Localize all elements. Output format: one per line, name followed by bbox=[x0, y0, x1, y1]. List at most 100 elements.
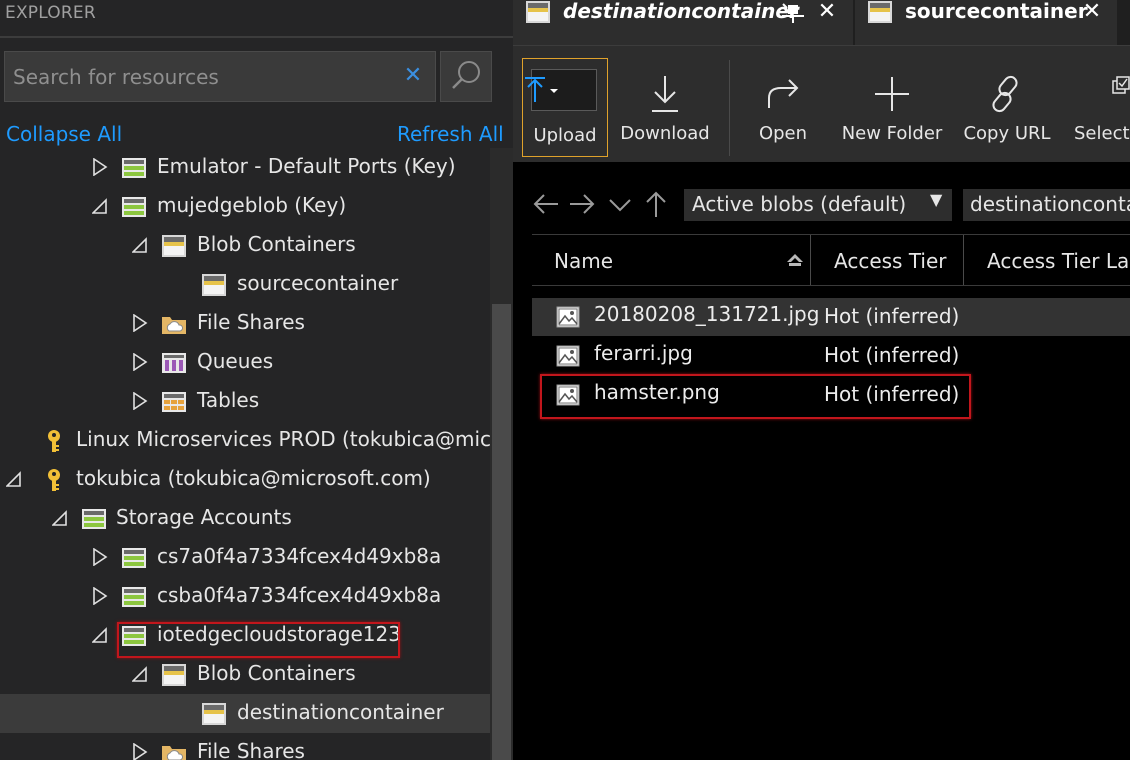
tree-item-label: Queues bbox=[197, 349, 274, 373]
expand-arrow-icon[interactable] bbox=[132, 353, 148, 371]
expand-arrow-icon[interactable] bbox=[132, 392, 148, 410]
open-button[interactable]: Open bbox=[743, 56, 823, 156]
blob-filter-dropdown[interactable]: Active blobs (default) ▼ bbox=[684, 189, 952, 221]
collapse-arrow-icon[interactable] bbox=[132, 236, 148, 254]
tree-item-label: Blob Containers bbox=[197, 232, 356, 256]
close-tab-icon[interactable]: ✕ bbox=[1081, 0, 1103, 24]
key-icon bbox=[48, 430, 60, 452]
open-icon bbox=[768, 79, 799, 108]
blob-access-tier: Hot (inferred) bbox=[824, 343, 960, 367]
column-divider[interactable] bbox=[963, 235, 964, 285]
tree-item[interactable]: sourcecontainer bbox=[0, 265, 490, 304]
download-button[interactable]: Download bbox=[617, 56, 713, 156]
storage-account-icon bbox=[122, 197, 146, 217]
tab-bar: destinationcontainer ✕ sourcecontainer ✕ bbox=[513, 0, 1130, 45]
tree-item[interactable]: Linux Microservices PROD (tokubica@micro… bbox=[0, 421, 490, 460]
tree-item[interactable]: Blob Containers bbox=[0, 226, 490, 265]
expand-arrow-icon[interactable] bbox=[132, 314, 148, 332]
tree-item[interactable]: File Shares bbox=[0, 304, 490, 343]
copy-url-button[interactable]: Copy URL bbox=[961, 56, 1053, 156]
expand-arrow-icon[interactable] bbox=[132, 743, 148, 760]
navigation-bar: Active blobs (default) ▼ destinationcont… bbox=[513, 184, 1130, 224]
refresh-all-link[interactable]: Refresh All bbox=[397, 122, 504, 146]
tree-item-label: destinationcontainer bbox=[237, 700, 444, 724]
blob-filter-value: Active blobs (default) bbox=[692, 192, 907, 216]
tree-item[interactable]: csba0f4a7334fcex4d49xb8a bbox=[0, 577, 490, 616]
plus-icon bbox=[875, 77, 909, 111]
search-input[interactable] bbox=[13, 65, 388, 89]
explorer-header: EXPLORER bbox=[5, 3, 96, 23]
blob-containers-icon bbox=[162, 664, 186, 686]
new-folder-button[interactable]: New Folder bbox=[841, 56, 943, 156]
tree-item[interactable]: Blob Containers bbox=[0, 655, 490, 694]
collapse-arrow-icon[interactable] bbox=[132, 665, 148, 683]
path-input[interactable]: destinationcontainer bbox=[963, 189, 1130, 221]
storage-accounts-icon bbox=[82, 509, 106, 529]
select-all-label: Select A bbox=[1074, 123, 1130, 144]
storage-account-icon bbox=[122, 587, 146, 607]
sort-icon bbox=[787, 254, 803, 266]
blob-row[interactable]: ferarri.jpg Hot (inferred) bbox=[532, 337, 1130, 375]
blob-browser: Active blobs (default) ▼ destinationcont… bbox=[513, 162, 1130, 760]
chevron-down-icon[interactable] bbox=[606, 190, 634, 218]
collapse-arrow-icon[interactable] bbox=[6, 470, 22, 488]
select-all-button[interactable]: Select A bbox=[1069, 56, 1130, 156]
tree-item-label: File Shares bbox=[197, 739, 305, 760]
upload-button[interactable]: Upload bbox=[522, 58, 608, 157]
tab-sourcecontainer[interactable]: sourcecontainer ✕ bbox=[855, 0, 1117, 45]
column-divider[interactable] bbox=[810, 235, 811, 285]
collapse-all-link[interactable]: Collapse All bbox=[6, 122, 122, 146]
upload-label: Upload bbox=[533, 125, 597, 146]
expand-arrow-icon[interactable] bbox=[92, 158, 108, 176]
upload-icon bbox=[525, 77, 558, 102]
blob-row[interactable]: 20180208_131721.jpg Hot (inferred) bbox=[532, 298, 1130, 336]
column-header-name[interactable]: Name bbox=[554, 249, 613, 273]
dropdown-arrow-icon: ▼ bbox=[930, 190, 943, 209]
tree-item[interactable]: Storage Accounts bbox=[0, 499, 490, 538]
tables-icon bbox=[162, 392, 186, 412]
tree-item[interactable]: tokubica (tokubica@microsoft.com) bbox=[0, 460, 490, 499]
download-label: Download bbox=[620, 123, 710, 144]
tree-item[interactable]: File Shares bbox=[0, 733, 490, 760]
queues-icon bbox=[162, 353, 186, 373]
link-icon bbox=[992, 75, 1018, 113]
tree-item[interactable]: Queues bbox=[0, 343, 490, 382]
blob-name: ferarri.jpg bbox=[594, 341, 693, 365]
tab-destinationcontainer[interactable]: destinationcontainer ✕ bbox=[513, 0, 853, 45]
blob-container-icon bbox=[526, 1, 550, 23]
tree-item[interactable]: mujedgeblob (Key) bbox=[0, 187, 490, 226]
expand-arrow-icon[interactable] bbox=[92, 587, 108, 605]
image-file-icon bbox=[556, 345, 580, 367]
expand-arrow-icon[interactable] bbox=[92, 548, 108, 566]
scrollbar-thumb[interactable] bbox=[492, 304, 511, 760]
tree-item-label: Emulator - Default Ports (Key) bbox=[157, 154, 456, 178]
tree-item-label: Storage Accounts bbox=[116, 505, 292, 529]
upload-dropdown[interactable] bbox=[525, 69, 597, 111]
tree-item[interactable]: Tables bbox=[0, 382, 490, 421]
blob-containers-icon bbox=[162, 235, 186, 257]
select-all-icon bbox=[1112, 76, 1130, 94]
clear-search-icon[interactable]: ✕ bbox=[402, 64, 424, 88]
tree-item[interactable]: cs7a0f4a7334fcex4d49xb8a bbox=[0, 538, 490, 577]
copy-url-label: Copy URL bbox=[963, 123, 1051, 144]
pin-icon bbox=[782, 3, 804, 23]
close-tab-icon[interactable]: ✕ bbox=[816, 0, 838, 24]
tree-item[interactable]: destinationcontainer bbox=[0, 694, 490, 733]
forward-arrow-icon[interactable] bbox=[568, 190, 596, 218]
new-folder-label: New Folder bbox=[841, 123, 943, 144]
back-arrow-icon[interactable] bbox=[532, 190, 560, 218]
column-header-access-tier[interactable]: Access Tier bbox=[834, 249, 947, 273]
tree-item-label: mujedgeblob (Key) bbox=[157, 193, 347, 217]
tree-item-label: tokubica (tokubica@microsoft.com) bbox=[76, 466, 431, 490]
tree-item-label: Blob Containers bbox=[197, 661, 356, 685]
collapse-arrow-icon[interactable] bbox=[52, 509, 68, 527]
collapse-arrow-icon[interactable] bbox=[92, 626, 108, 644]
column-header-access-tier-last[interactable]: Access Tier Last bbox=[987, 249, 1130, 273]
storage-account-icon bbox=[122, 548, 146, 568]
tree-item[interactable]: Emulator - Default Ports (Key) bbox=[0, 148, 490, 187]
tree-item-label: csba0f4a7334fcex4d49xb8a bbox=[157, 583, 442, 607]
search-button[interactable] bbox=[440, 51, 492, 102]
open-label: Open bbox=[758, 123, 808, 144]
collapse-arrow-icon[interactable] bbox=[92, 197, 108, 215]
up-arrow-icon[interactable] bbox=[642, 190, 670, 218]
